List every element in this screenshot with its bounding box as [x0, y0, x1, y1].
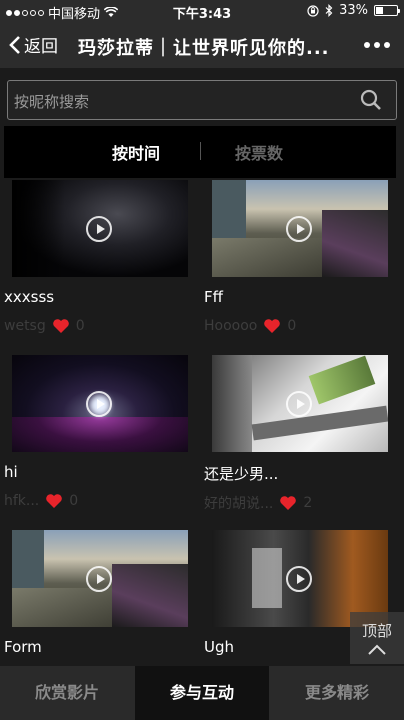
bluetooth-icon	[325, 4, 333, 17]
play-icon[interactable]	[86, 216, 112, 242]
sort-by-votes-tab[interactable]: 按票数	[235, 140, 283, 164]
status-bar: 中国移动 下午3:43 33%	[0, 0, 404, 22]
play-icon[interactable]	[286, 216, 312, 242]
sort-bar: 按时间 按票数	[4, 126, 396, 178]
video-title: Form	[4, 638, 42, 656]
status-right: 33%	[307, 3, 400, 18]
chevron-left-icon	[9, 35, 20, 54]
search-input[interactable]: 按昵称搜索	[7, 80, 397, 120]
video-thumbnail[interactable]	[212, 180, 388, 277]
heart-icon[interactable]	[263, 318, 281, 334]
back-button[interactable]: 返回	[8, 32, 58, 57]
video-thumbnail[interactable]	[12, 180, 188, 277]
play-icon[interactable]	[286, 566, 312, 592]
video-title: hi	[4, 463, 18, 481]
video-author: Hooooo	[204, 318, 258, 334]
tab-more[interactable]: 更多精彩	[270, 666, 404, 720]
video-meta: Hooooo 0	[204, 318, 296, 334]
chevron-up-icon	[368, 644, 386, 655]
orientation-lock-icon	[307, 4, 319, 17]
video-card[interactable]: 还是少男... 好的胡说... 2	[204, 355, 388, 512]
battery-icon	[374, 5, 400, 16]
battery-percent: 33%	[339, 3, 368, 18]
video-title: Ugh	[204, 638, 235, 656]
video-card[interactable]: Form	[4, 530, 188, 656]
search-placeholder: 按昵称搜索	[14, 93, 90, 111]
vote-count: 0	[69, 493, 79, 509]
play-icon[interactable]	[86, 566, 112, 592]
play-icon[interactable]	[86, 391, 112, 417]
back-label: 返回	[24, 37, 58, 57]
video-meta: hfk... 0	[4, 493, 78, 509]
play-icon[interactable]	[286, 391, 312, 417]
video-title: xxxsss	[4, 288, 55, 306]
nav-bar: 返回 玛莎拉蒂｜让世界听见你的...	[0, 22, 404, 68]
vote-count: 0	[287, 318, 297, 334]
bottom-tab-bar: 欣赏影片 参与互动 更多精彩	[0, 666, 404, 720]
heart-icon[interactable]	[279, 495, 297, 511]
video-thumbnail[interactable]	[12, 355, 188, 452]
video-card[interactable]: xxxsss wetsg 0	[4, 180, 188, 334]
more-menu-button[interactable]	[364, 42, 390, 48]
video-card[interactable]: Fff Hooooo 0	[204, 180, 388, 334]
video-meta: wetsg 0	[4, 318, 85, 334]
sort-by-time-tab[interactable]: 按时间	[112, 140, 160, 164]
search-icon[interactable]	[360, 89, 382, 111]
heart-icon[interactable]	[45, 493, 63, 509]
tab-watch-films[interactable]: 欣赏影片	[0, 666, 134, 720]
video-card[interactable]: hi hfk... 0	[4, 355, 188, 509]
sort-divider	[200, 142, 201, 160]
back-to-top-label: 顶部	[361, 622, 392, 640]
video-author: 好的胡说...	[204, 496, 274, 512]
back-to-top-button[interactable]: 顶部	[350, 612, 404, 664]
page-title: 玛莎拉蒂｜让世界听见你的...	[78, 38, 330, 59]
video-title: Fff	[204, 288, 223, 306]
heart-icon[interactable]	[52, 318, 70, 334]
video-meta: 好的胡说... 2	[204, 493, 312, 513]
vote-count: 0	[75, 318, 85, 334]
video-author: hfk...	[4, 493, 40, 509]
vote-count: 2	[303, 495, 313, 511]
video-title: 还是少男...	[204, 465, 279, 483]
video-author: wetsg	[4, 318, 46, 334]
video-thumbnail[interactable]	[12, 530, 188, 627]
tab-participate[interactable]: 参与互动	[135, 666, 269, 720]
video-thumbnail[interactable]	[212, 355, 388, 452]
